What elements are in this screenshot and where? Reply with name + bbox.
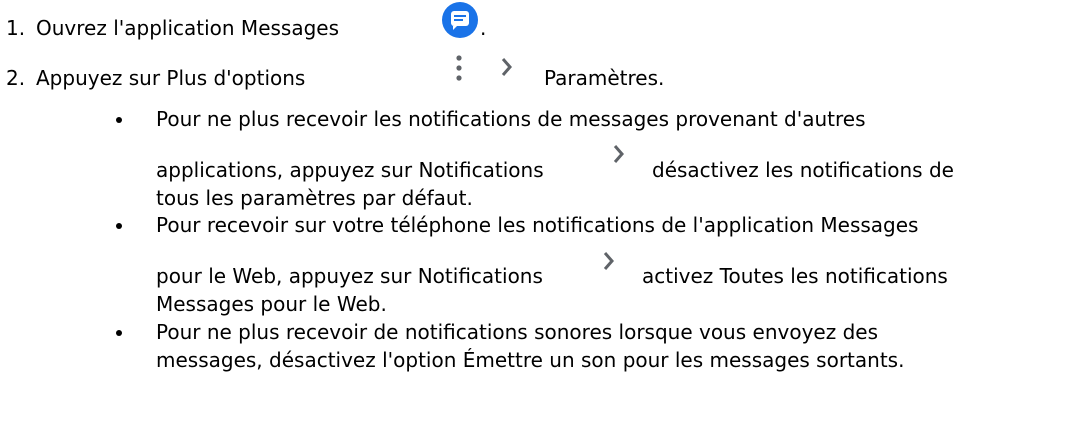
step-text-before: Appuyez sur Plus d'options <box>36 66 306 90</box>
step-number: 1. <box>6 16 26 40</box>
bullet-text: tous les paramètres par défaut. <box>156 186 473 210</box>
bullet-text: Messages pour le Web. <box>156 292 387 316</box>
instructions-page: { "steps": [ { "number": "1.", "text": "… <box>0 0 1072 443</box>
step-text: Ouvrez l'application Messages <box>36 16 340 40</box>
bullet-2-line-2-after: activez Toutes les notifications <box>642 264 948 288</box>
step-text-after: Paramètres. <box>544 66 665 90</box>
bullet-1-line-3: tous les paramètres par défaut. <box>156 186 473 210</box>
step-number: 2. <box>6 66 26 90</box>
bullet-2-line-2-before: pour le Web, appuyez sur Notifications <box>156 264 543 288</box>
step-1-period: . <box>480 16 487 40</box>
bullet-text: applications, appuyez sur Notifications <box>156 158 544 182</box>
bullet-2-line-1: Pour recevoir sur votre téléphone les no… <box>156 213 918 237</box>
bullet-1-line-2-before: applications, appuyez sur Notifications <box>156 158 544 182</box>
chevron-right-icon <box>603 252 614 270</box>
bullet-text: Pour recevoir sur votre téléphone les no… <box>156 213 919 237</box>
bullet-text: désactivez les notifications de <box>652 158 954 182</box>
messages-app-icon <box>442 2 478 38</box>
bullet-3-line-1: Pour ne plus recevoir de notifications s… <box>156 320 878 344</box>
bullet-dot <box>116 223 122 229</box>
step-1: 1. Ouvrez l'application Messages <box>6 16 339 40</box>
bullet-2-line-3: Messages pour le Web. <box>156 292 387 316</box>
bullet-text: messages, désactivez l'option Émettre un… <box>156 348 905 372</box>
bullet-3-line-2: messages, désactivez l'option Émettre un… <box>156 348 904 372</box>
bullet-dot <box>116 117 122 123</box>
bullet-1-line-2-after: désactivez les notifications de <box>652 158 954 182</box>
step-2: 2. Appuyez sur Plus d'options <box>6 66 305 90</box>
bullet-text: activez Toutes les notifications <box>642 264 948 288</box>
bullet-text: pour le Web, appuyez sur Notifications <box>156 264 543 288</box>
more-options-icon <box>456 55 462 81</box>
bullet-text: Pour ne plus recevoir de notifications s… <box>156 320 878 344</box>
step-1-trail: . <box>480 16 486 40</box>
chevron-right-icon <box>501 58 512 76</box>
chevron-right-icon <box>613 145 624 163</box>
bullet-1-line-1: Pour ne plus recevoir les notifications … <box>156 107 866 131</box>
step-2-after: Paramètres. <box>544 66 664 90</box>
bullet-dot <box>116 330 122 336</box>
bullet-text: Pour ne plus recevoir les notifications … <box>156 107 866 131</box>
